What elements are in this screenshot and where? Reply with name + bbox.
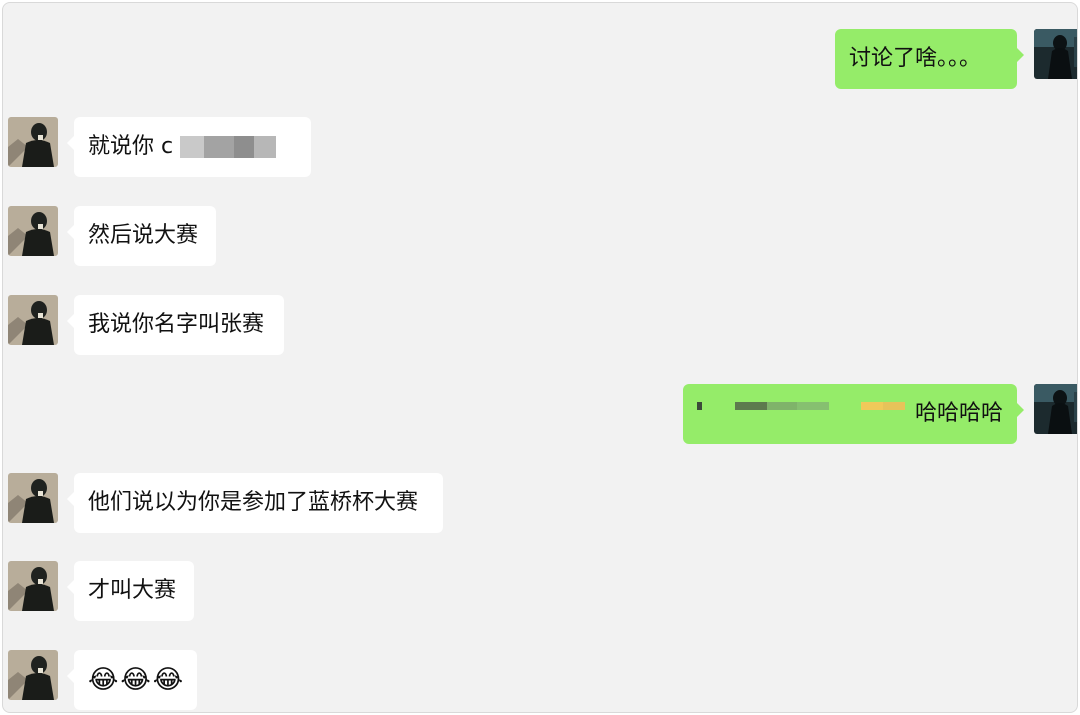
message-text: 就说你 c xyxy=(88,134,174,159)
outgoing-avatar-icon[interactable] xyxy=(1034,384,1077,434)
incoming-avatar-icon[interactable] xyxy=(8,295,58,345)
incoming-avatar-icon[interactable] xyxy=(8,561,58,611)
message-bubble-incoming[interactable]: 😂😂😂 xyxy=(67,650,197,710)
message-text: 哈哈哈哈 xyxy=(914,401,1003,426)
message-bubble-outgoing[interactable]: 讨论了啥。。。 xyxy=(835,29,1024,89)
message-row: 才叫大赛 xyxy=(3,561,1077,621)
message-bubble-incoming[interactable]: 他们说以为你是参加了蓝桥杯大赛 xyxy=(67,473,443,533)
redaction-mosaic xyxy=(180,136,277,158)
chat-window: 讨论了啥。。。 就说你 c 然后说大赛 我说你名字叫张赛 哈哈哈哈 他们说以为你… xyxy=(2,2,1078,713)
message-row: 😂😂😂 xyxy=(3,650,1077,710)
message-text: 讨论了啥。。。 xyxy=(849,46,982,71)
incoming-avatar-icon[interactable] xyxy=(8,650,58,700)
outgoing-avatar-icon[interactable] xyxy=(1034,29,1077,79)
message-row: 就说你 c xyxy=(3,117,1077,177)
message-row: 讨论了啥。。。 xyxy=(3,29,1077,89)
message-text: 他们说以为你是参加了蓝桥杯大赛 xyxy=(88,490,419,515)
incoming-avatar-icon[interactable] xyxy=(8,473,58,523)
message-bubble-incoming[interactable]: 然后说大赛 xyxy=(67,206,216,266)
message-row: 他们说以为你是参加了蓝桥杯大赛 xyxy=(3,473,1077,533)
laughing-emoji-text: 😂😂😂 xyxy=(88,665,186,695)
message-bubble-incoming[interactable]: 我说你名字叫张赛 xyxy=(67,295,284,355)
message-row: 然后说大赛 xyxy=(3,206,1077,266)
message-bubble-incoming[interactable]: 就说你 c xyxy=(67,117,311,177)
message-bubble-incoming[interactable]: 才叫大赛 xyxy=(67,561,194,621)
incoming-avatar-icon[interactable] xyxy=(8,206,58,256)
redaction-mosaic xyxy=(697,402,907,414)
message-text: 我说你名字叫张赛 xyxy=(88,312,265,337)
message-text: 才叫大赛 xyxy=(88,578,177,603)
message-row: 我说你名字叫张赛 xyxy=(3,295,1077,355)
message-text: 然后说大赛 xyxy=(88,223,199,248)
incoming-avatar-icon[interactable] xyxy=(8,117,58,167)
message-bubble-outgoing[interactable]: 哈哈哈哈 xyxy=(683,384,1024,444)
message-row: 哈哈哈哈 xyxy=(3,384,1077,444)
